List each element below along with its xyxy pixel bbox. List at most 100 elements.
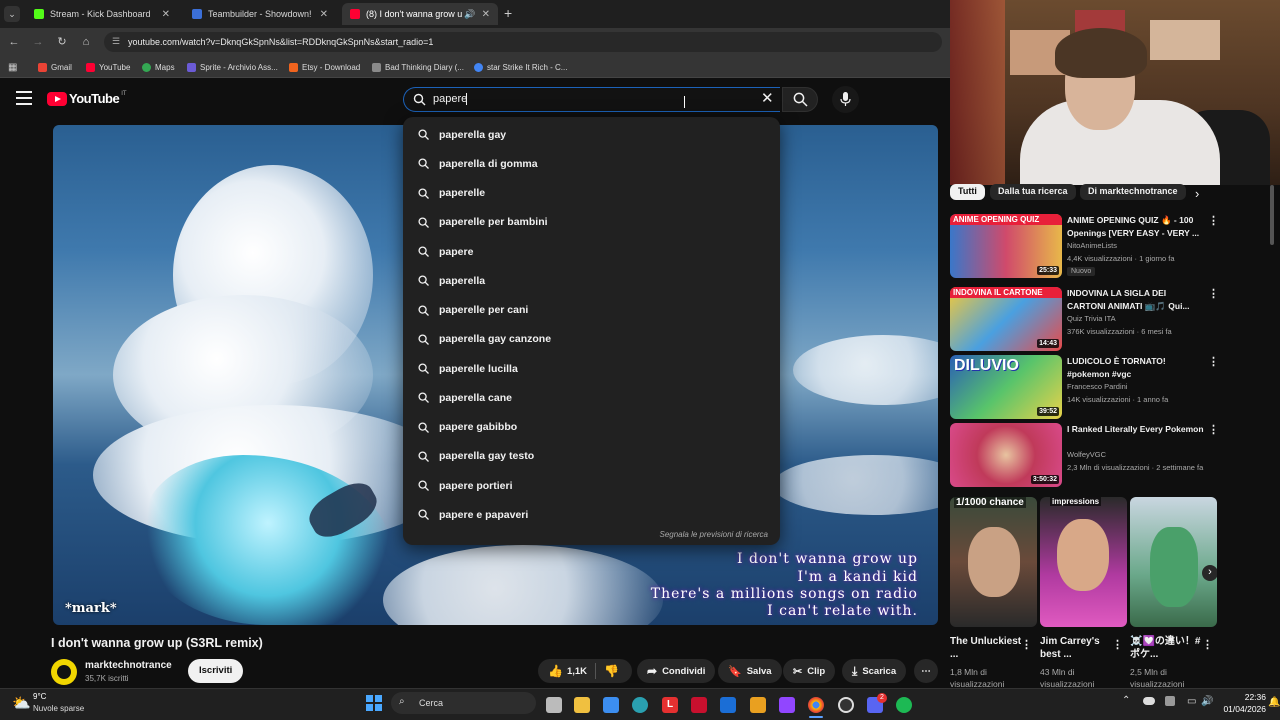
chip-from-channel[interactable]: Di marktechnotrance <box>1080 184 1186 200</box>
short-thumbnail[interactable]: impressions <box>1040 497 1127 627</box>
weather-widget[interactable]: ⛅ 9°C Nuvole sparse <box>10 692 120 716</box>
clear-search-icon[interactable]: ✕ <box>761 89 774 107</box>
close-tab-icon[interactable]: ✕ <box>482 9 490 20</box>
tab-teambuilder[interactable]: Teambuilder - Showdown! ✕ <box>184 3 336 25</box>
bookmark-bad-thinking-diary[interactable]: Bad Thinking Diary (... <box>372 60 464 74</box>
short-title[interactable]: ☠️💟の違い！#ポケ... <box>1130 635 1204 661</box>
short-title[interactable]: Jim Carrey's best ... <box>1040 635 1114 661</box>
search-suggestion-item[interactable]: paperella gay <box>403 120 780 149</box>
notification-bell-icon[interactable]: 🔔 <box>1268 697 1280 708</box>
short-thumbnail[interactable]: 1/1000 chance <box>950 497 1037 627</box>
chip-all[interactable]: Tutti <box>950 184 985 200</box>
game-launcher-icon[interactable] <box>750 697 766 713</box>
more-options-icon[interactable]: ⋮ <box>1208 423 1219 436</box>
subscribe-button[interactable]: Iscriviti <box>188 659 244 683</box>
channel-avatar[interactable] <box>51 659 77 685</box>
search-suggestion-item[interactable]: papere portieri <box>403 471 780 500</box>
clip-button[interactable]: ✂ Clip <box>783 659 836 683</box>
clock[interactable]: 22:36 01/04/2026 <box>1222 692 1266 714</box>
more-options-icon[interactable]: ⋮ <box>1021 638 1032 651</box>
short-thumbnail[interactable]: › <box>1130 497 1217 627</box>
new-tab-icon[interactable]: + <box>504 5 512 21</box>
apps-grid-icon[interactable]: ▦ <box>8 60 17 74</box>
report-predictions-link[interactable]: Segnala le previsioni di ricerca <box>660 530 769 539</box>
tray-chevron-up-icon[interactable]: ⌃ <box>1122 695 1130 706</box>
channel-name[interactable]: marktechnotrance <box>85 660 172 671</box>
search-suggestion-item[interactable]: paperella gay testo <box>403 442 780 471</box>
app-l-icon[interactable]: L <box>662 697 678 713</box>
chip-from-your-search[interactable]: Dalla tua ricerca <box>990 184 1076 200</box>
chrome-icon[interactable] <box>808 697 824 713</box>
more-options-icon[interactable]: ⋮ <box>1208 287 1219 300</box>
related-video[interactable]: DILUVIO 39:52 LUDICOLO È TORNATO! #pokem… <box>950 355 1270 419</box>
windows-start-icon[interactable] <box>366 695 382 711</box>
search-suggestion-item[interactable]: paperella di gomma <box>403 149 780 178</box>
short-title[interactable]: The Unluckiest ... <box>950 635 1024 661</box>
more-actions-button[interactable]: ⋯ <box>914 659 938 683</box>
download-button[interactable]: ⤓ Scarica <box>842 659 907 683</box>
related-video[interactable]: INDOVINA IL CARTONE 14:43 INDOVINA LA SI… <box>950 287 1270 351</box>
bookmark-gmail[interactable]: Gmail <box>38 60 72 74</box>
close-tab-icon[interactable]: ✕ <box>162 9 170 20</box>
onedrive-icon[interactable] <box>1143 697 1155 705</box>
menu-hamburger-icon[interactable] <box>16 91 32 105</box>
site-info-icon[interactable]: ☰ <box>112 36 120 47</box>
store-icon[interactable] <box>603 697 619 713</box>
chevron-right-icon[interactable]: › <box>1202 565 1217 581</box>
chevron-right-icon[interactable]: › <box>1195 186 1199 201</box>
edge-browser-icon[interactable] <box>632 697 648 713</box>
more-options-icon[interactable]: ⋮ <box>1112 638 1123 651</box>
spotify-icon[interactable] <box>896 697 912 713</box>
search-suggestion-item[interactable]: paperelle lucilla <box>403 354 780 383</box>
search-suggestion-item[interactable]: paperella <box>403 266 780 295</box>
forward-icon[interactable]: → <box>30 34 46 50</box>
volume-icon[interactable]: 🔊 <box>1201 696 1213 707</box>
display-icon[interactable]: ▭ <box>1187 696 1196 707</box>
bookmark-youtube[interactable]: YouTube <box>86 60 130 74</box>
taskbar-search[interactable]: ⌕ Cerca <box>391 692 536 714</box>
suggestion-search-icon <box>418 187 429 199</box>
share-button[interactable]: ➦ Condividi <box>637 659 716 683</box>
twitch-icon[interactable] <box>779 697 795 713</box>
search-suggestion-item[interactable]: papere e papaveri <box>403 500 780 529</box>
search-suggestion-item[interactable]: paperella cane <box>403 383 780 412</box>
mcafee-icon[interactable] <box>691 697 707 713</box>
bookmark-etsy[interactable]: Etsy - Download <box>289 60 360 74</box>
search-suggestion-item[interactable]: paperelle per bambini <box>403 208 780 237</box>
file-explorer-icon[interactable] <box>574 697 590 713</box>
bookmark-strike-it-rich[interactable]: star Strike It Rich - C... <box>474 60 567 74</box>
youtube-logo[interactable]: YouTube IT <box>47 91 127 106</box>
short-views: 1,8 Mln di visualizzazioni <box>950 667 1005 689</box>
tray-app-icon[interactable] <box>1165 696 1175 706</box>
thumbs-down-icon[interactable]: 👎 <box>604 664 619 678</box>
like-button[interactable]: 👍 1,1K <box>538 664 587 678</box>
scrollbar[interactable] <box>1270 185 1274 245</box>
related-video[interactable]: 3:50:32 I Ranked Literally Every Pokemon… <box>950 423 1270 487</box>
home-icon[interactable]: ⌂ <box>78 34 94 50</box>
back-icon[interactable]: ← <box>6 34 22 50</box>
search-suggestion-item[interactable]: paperelle per cani <box>403 296 780 325</box>
search-suggestion-item[interactable]: papere gabibbo <box>403 413 780 442</box>
more-options-icon[interactable]: ⋮ <box>1208 355 1219 368</box>
close-tab-icon[interactable]: ✕ <box>320 9 328 20</box>
more-options-icon[interactable]: ⋮ <box>1208 214 1219 227</box>
obs-icon[interactable] <box>838 697 854 713</box>
mail-icon[interactable] <box>720 697 736 713</box>
tab-youtube-video[interactable]: (8) I don't wanna grow up ( 🔊 ✕ <box>342 3 498 25</box>
search-suggestion-item[interactable]: papere <box>403 237 780 266</box>
bookmark-sprite-archive[interactable]: Sprite - Archivio Ass... <box>187 60 278 74</box>
bookmark-maps[interactable]: Maps <box>142 60 175 74</box>
search-button-icon <box>793 92 808 107</box>
task-view-icon[interactable] <box>546 697 562 713</box>
speaker-icon[interactable]: 🔊 <box>464 9 475 20</box>
more-options-icon[interactable]: ⋮ <box>1202 638 1213 651</box>
url-bar[interactable]: ☰ youtube.com/watch?v=DknqGkSpnNs&list=R… <box>104 32 942 52</box>
tab-kick-dashboard[interactable]: Stream - Kick Dashboard ✕ <box>26 3 178 25</box>
search-suggestion-item[interactable]: paperelle <box>403 179 780 208</box>
tab-search-button[interactable]: ⌄ <box>4 6 20 22</box>
save-button[interactable]: 🔖 Salva <box>718 659 782 683</box>
channel-name: Francesco Pardini <box>1067 382 1128 391</box>
search-suggestion-item[interactable]: paperella gay canzone <box>403 325 780 354</box>
related-video[interactable]: ANIME OPENING QUIZ 25:33 ANIME OPENING Q… <box>950 214 1270 278</box>
reload-icon[interactable]: ↻ <box>54 34 70 50</box>
